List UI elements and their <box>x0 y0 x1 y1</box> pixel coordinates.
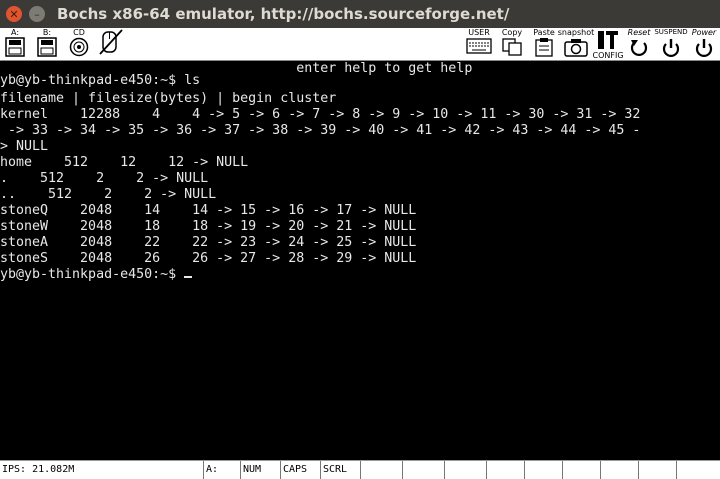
emulator-screen[interactable]: enter help to get help yb@yb-thinkpad-e4… <box>0 61 720 459</box>
power-label: Power <box>691 28 717 37</box>
suspend-button[interactable]: SUSPEND <box>654 28 688 60</box>
cdrom-icon <box>69 37 89 57</box>
screen-line: filename | filesize(bytes) | begin clust… <box>0 91 337 106</box>
keyboard-icon <box>466 38 492 54</box>
scroll-lock-indicator: SCRL <box>320 461 361 479</box>
text-cursor <box>184 276 193 278</box>
status-cell <box>360 461 403 479</box>
ips-readout: IPS: 21.082M <box>2 464 75 475</box>
status-cell <box>524 461 563 479</box>
suspend-icon <box>662 39 680 57</box>
window-title: Bochs x86-64 emulator, http://bochs.sour… <box>57 5 510 23</box>
status-cell <box>562 461 601 479</box>
snapshot-label: snapshot <box>557 28 595 37</box>
bochs-toolbar: A: B: CD USER Copy Paste snapshot CONFIG… <box>0 28 720 61</box>
screen-line: > NULL <box>0 139 49 154</box>
screen-line: stoneA 2048 22 22 -> 23 -> 24 -> 25 -> N… <box>0 235 417 250</box>
screen-line: stoneS 2048 26 26 -> 27 -> 28 -> 29 -> N… <box>0 251 417 266</box>
window-titlebar: ✕ – Bochs x86-64 emulator, http://bochs.… <box>0 0 720 28</box>
user-button[interactable]: USER <box>464 28 494 60</box>
floppy-a-button[interactable]: A: <box>2 28 28 60</box>
user-label: USER <box>468 28 490 37</box>
status-cell <box>676 461 719 479</box>
minimize-icon[interactable]: – <box>29 6 45 22</box>
floppy-b-label: B: <box>42 28 52 37</box>
status-cell <box>638 461 677 479</box>
floppy-drive-icon <box>37 37 57 57</box>
config-button[interactable]: CONFIG <box>592 28 624 60</box>
prompt-line: yb@yb-thinkpad-e450:~$ <box>0 267 193 283</box>
status-cell <box>486 461 525 479</box>
status-cell <box>444 461 487 479</box>
screen-line: kernel 12288 4 4 -> 5 -> 6 -> 7 -> 8 -> … <box>0 107 641 122</box>
reset-icon <box>630 40 648 56</box>
screen-line: stoneW 2048 18 18 -> 19 -> 20 -> 21 -> N… <box>0 219 417 234</box>
screen-line: .. 512 2 2 -> NULL <box>0 187 217 202</box>
suspend-label: SUSPEND <box>654 28 688 36</box>
cdrom-button[interactable]: CD <box>66 28 92 60</box>
paste-icon <box>535 38 553 57</box>
cdrom-label: CD <box>73 28 85 37</box>
snapshot-button[interactable]: snapshot <box>558 28 594 60</box>
mouse-icon <box>99 29 123 55</box>
copy-icon <box>502 38 522 56</box>
screen-line: -> 33 -> 34 -> 35 -> 36 -> 37 -> 38 -> 3… <box>0 123 641 138</box>
status-cell <box>402 461 445 479</box>
status-bar: IPS: 21.082M A: NUM CAPS SCRL <box>0 460 720 479</box>
screen-line: . 512 2 2 -> NULL <box>0 171 209 186</box>
prompt-text: yb@yb-thinkpad-e450:~$ <box>0 267 185 282</box>
config-icon <box>598 31 618 49</box>
floppy-a-label: A: <box>10 28 20 37</box>
status-cell <box>600 461 639 479</box>
screen-line: yb@yb-thinkpad-e450:~$ ls <box>0 73 201 88</box>
close-icon[interactable]: ✕ <box>6 6 22 22</box>
num-lock-indicator: NUM <box>240 461 281 479</box>
camera-icon <box>564 39 588 57</box>
power-icon <box>695 39 713 57</box>
paste-button[interactable]: Paste <box>530 28 558 60</box>
floppy-b-button[interactable]: B: <box>34 28 60 60</box>
copy-button[interactable]: Copy <box>498 28 526 60</box>
copy-label: Copy <box>501 28 523 37</box>
power-button[interactable]: Power <box>688 28 720 60</box>
config-label: CONFIG <box>592 51 624 60</box>
screen-line: stoneQ 2048 14 14 -> 15 -> 16 -> 17 -> N… <box>0 203 417 218</box>
caps-lock-indicator: CAPS <box>280 461 321 479</box>
floppy-drive-icon <box>5 37 25 57</box>
mouse-capture-button[interactable] <box>96 28 126 60</box>
drive-indicator: A: <box>203 461 240 479</box>
reset-label: Reset <box>627 28 651 37</box>
paste-label: Paste <box>533 28 555 37</box>
screen-line: home 512 12 12 -> NULL <box>0 155 249 170</box>
reset-button[interactable]: Reset <box>624 28 654 60</box>
